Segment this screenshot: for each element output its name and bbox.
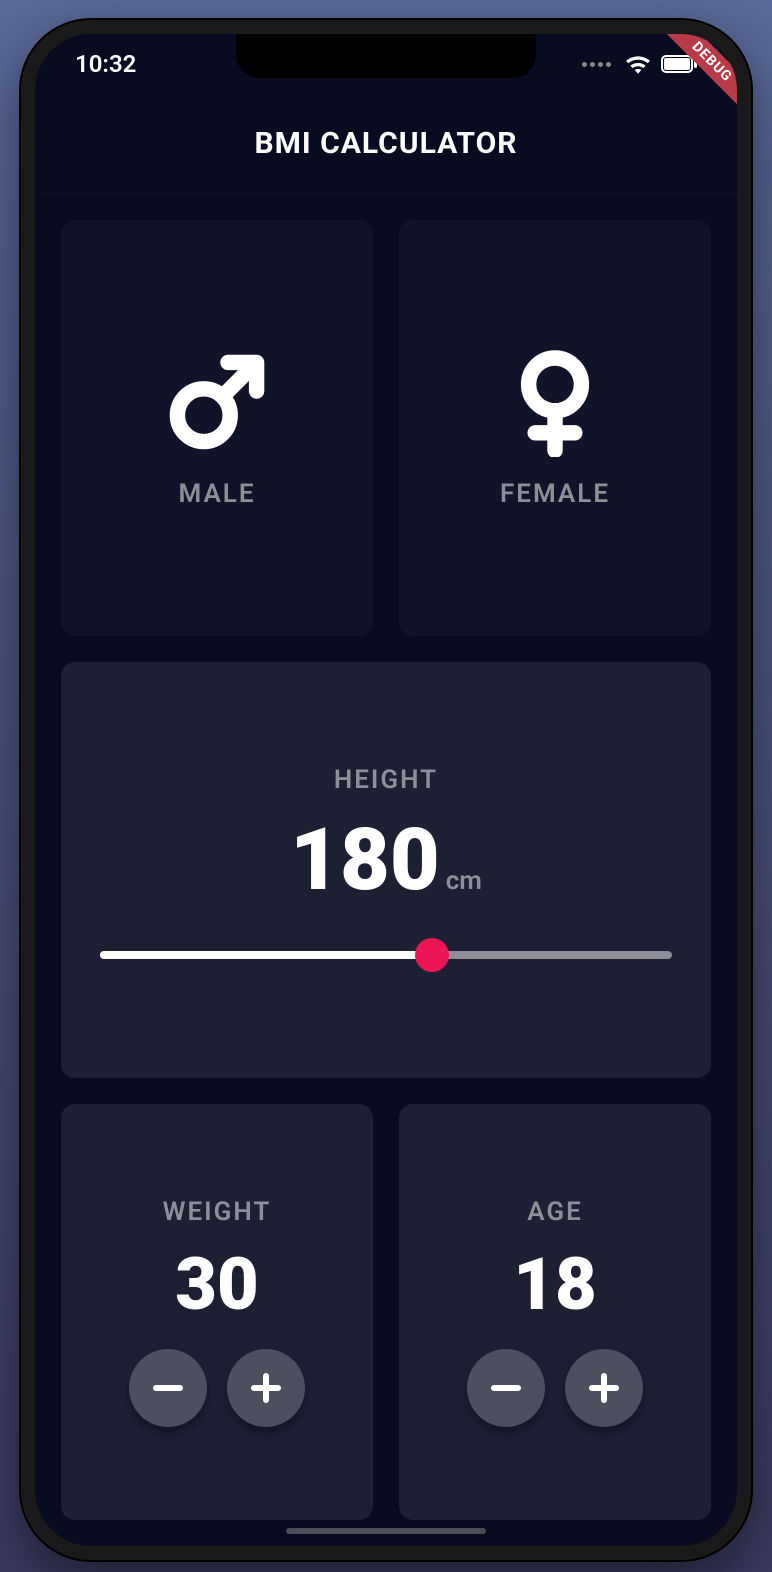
slider-fill	[100, 951, 432, 959]
height-slider[interactable]	[100, 935, 672, 975]
app-screen: 10:32	[35, 34, 737, 1546]
height-unit: cm	[446, 866, 482, 896]
weight-card: WEIGHT 30	[61, 1104, 373, 1520]
app-title: BMI CALCULATOR	[254, 126, 517, 161]
status-time: 10:32	[75, 50, 136, 78]
weight-plus-button[interactable]	[227, 1349, 305, 1427]
age-label: AGE	[527, 1197, 583, 1227]
male-icon	[162, 347, 272, 457]
content: MALE FEMALE HEIGHT 18	[35, 194, 737, 1546]
age-minus-button[interactable]	[467, 1349, 545, 1427]
app-bar: BMI CALCULATOR	[35, 94, 737, 194]
home-indicator[interactable]	[286, 1528, 486, 1534]
status-right-cluster	[582, 54, 697, 74]
slider-track	[100, 951, 672, 959]
weight-stepper	[129, 1349, 305, 1427]
bottom-row: WEIGHT 30	[61, 1104, 711, 1520]
wifi-icon	[625, 54, 651, 74]
minus-icon	[150, 1370, 186, 1406]
phone-frame: DEBUG 10:32	[21, 20, 751, 1560]
weight-label: WEIGHT	[163, 1197, 272, 1227]
gender-row: MALE FEMALE	[61, 220, 711, 636]
weight-minus-button[interactable]	[129, 1349, 207, 1427]
height-value-row: 180 cm	[290, 817, 482, 903]
age-stepper	[467, 1349, 643, 1427]
female-icon	[500, 347, 610, 457]
weight-value: 30	[175, 1249, 258, 1321]
slider-thumb[interactable]	[415, 938, 449, 972]
cellular-dots-icon	[582, 62, 611, 67]
male-card[interactable]: MALE	[61, 220, 373, 636]
female-card[interactable]: FEMALE	[399, 220, 711, 636]
plus-icon	[248, 1370, 284, 1406]
age-value: 18	[513, 1249, 596, 1321]
height-number: 180	[290, 817, 440, 903]
age-plus-button[interactable]	[565, 1349, 643, 1427]
male-label: MALE	[178, 479, 255, 509]
plus-icon	[586, 1370, 622, 1406]
phone-notch	[236, 34, 536, 78]
height-card: HEIGHT 180 cm	[61, 662, 711, 1078]
minus-icon	[488, 1370, 524, 1406]
female-label: FEMALE	[500, 479, 610, 509]
height-label: HEIGHT	[334, 765, 438, 795]
age-card: AGE 18	[399, 1104, 711, 1520]
